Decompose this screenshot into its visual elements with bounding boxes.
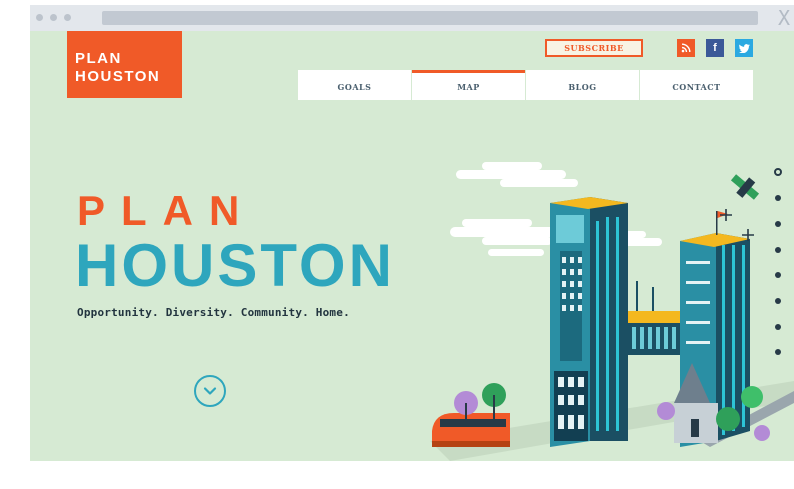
hero-tagline: Opportunity. Diversity. Community. Home.	[77, 306, 350, 319]
logo-line-1: PLAN	[75, 50, 122, 67]
nav-item-blog[interactable]: BLOG	[526, 70, 639, 100]
window-maximize-dot[interactable]	[64, 14, 71, 21]
train	[432, 413, 510, 447]
browser-titlebar: X	[30, 5, 794, 31]
bridge-connector	[628, 281, 680, 355]
hero-title-plan: PLAN	[77, 187, 256, 234]
chevron-down-icon	[203, 387, 217, 395]
window-controls	[36, 14, 71, 21]
page-canvas: PLAN HOUSTON SUBSCRIBE f GOALS MAP BLOG …	[30, 31, 794, 461]
hero-title-houston: HOUSTON	[75, 232, 395, 299]
window-minimize-dot[interactable]	[50, 14, 57, 21]
site-logo[interactable]: PLAN HOUSTON	[67, 31, 182, 98]
close-icon[interactable]: X	[778, 6, 790, 30]
building-left-tower	[550, 197, 628, 447]
rss-glyph	[681, 43, 691, 53]
rss-icon[interactable]	[677, 39, 695, 57]
twitter-icon[interactable]	[735, 39, 753, 57]
scroll-down-button[interactable]	[194, 375, 226, 407]
window-close-dot[interactable]	[36, 14, 43, 21]
nav-item-goals[interactable]: GOALS	[298, 70, 411, 100]
houston-skyline-illustration	[430, 162, 794, 461]
nav-item-contact[interactable]: CONTACT	[640, 70, 753, 100]
twitter-bird-glyph	[738, 43, 750, 53]
facebook-icon[interactable]: f	[706, 39, 724, 57]
nav-item-map[interactable]: MAP	[412, 70, 525, 100]
main-nav: GOALS MAP BLOG CONTACT	[298, 70, 754, 100]
logo-line-2: HOUSTON	[75, 68, 161, 85]
satellite	[730, 174, 760, 200]
cloud-group-1	[456, 162, 578, 187]
subscribe-button[interactable]: SUBSCRIBE	[545, 39, 643, 57]
page-bottom-margin	[0, 461, 794, 489]
facebook-glyph: f	[713, 42, 717, 54]
address-bar[interactable]	[102, 11, 758, 25]
